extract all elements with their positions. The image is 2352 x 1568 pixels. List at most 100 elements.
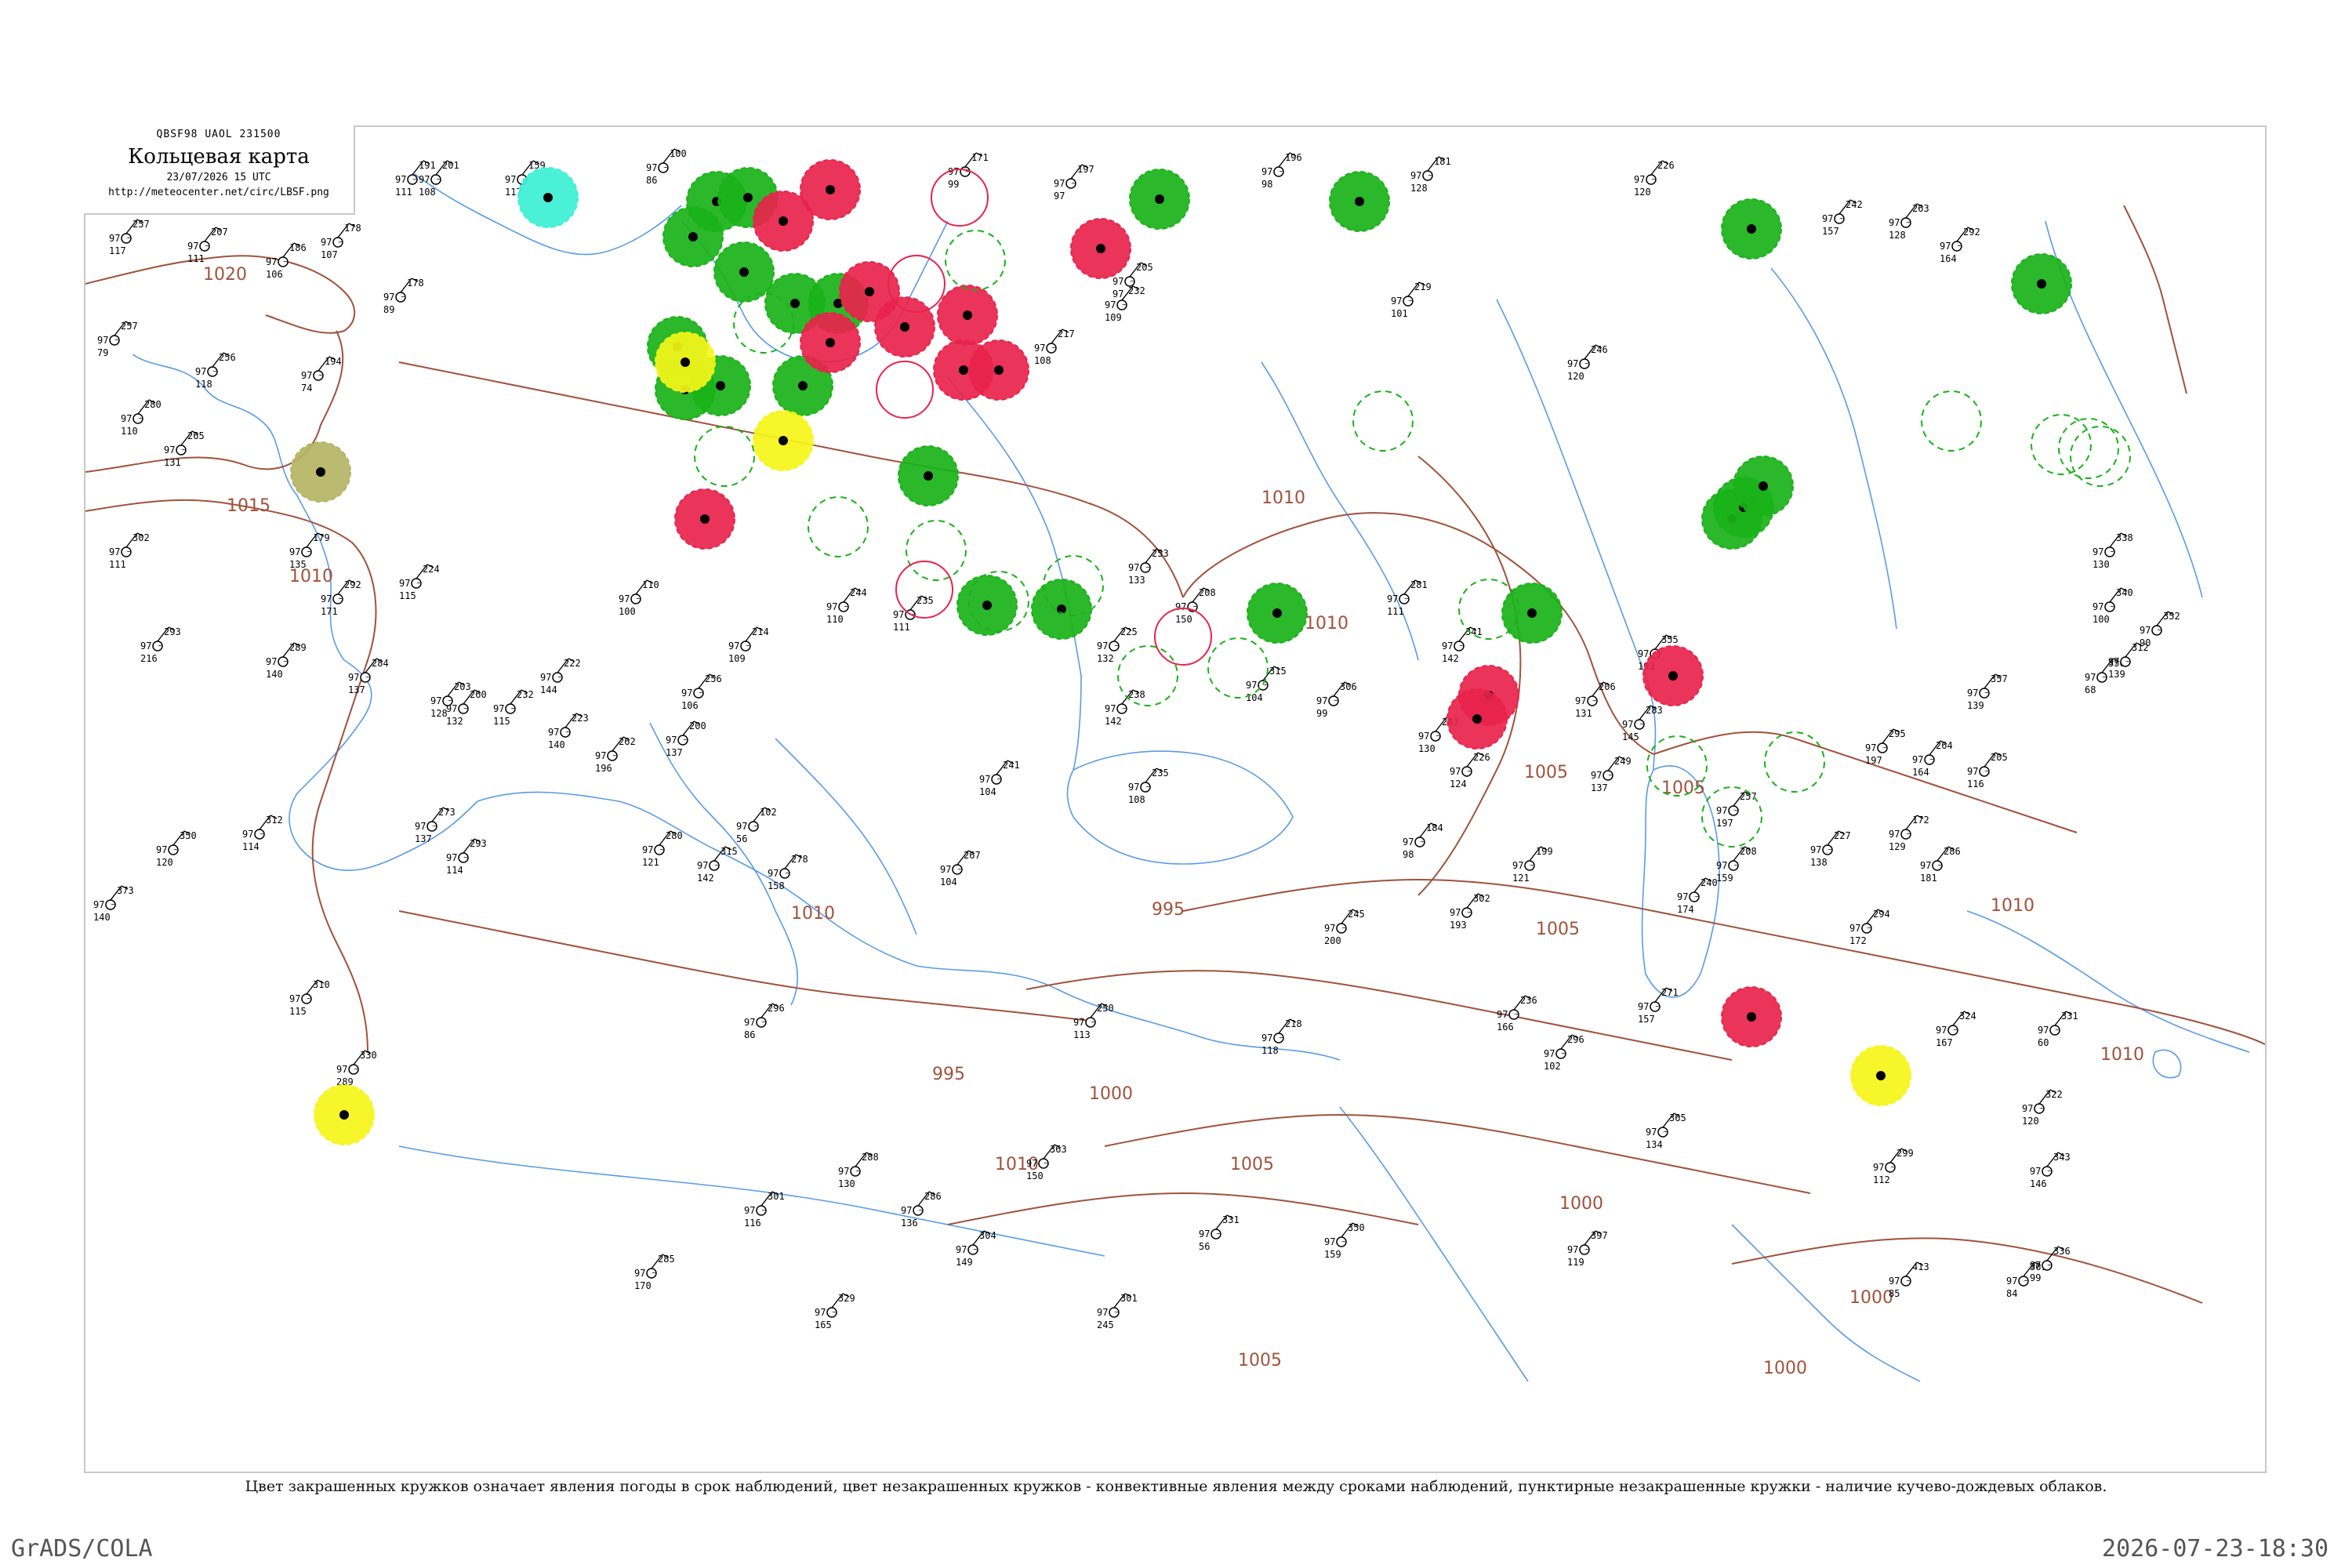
station-temperature: 97 bbox=[415, 821, 426, 832]
station-temperature: 97 bbox=[634, 1268, 645, 1279]
station-temperature: 97 bbox=[1822, 213, 1833, 224]
station-dewpoint: 79 bbox=[97, 347, 108, 358]
station-temperature: 97 bbox=[266, 656, 277, 667]
station-dot-icon bbox=[1759, 481, 1768, 491]
station-temperature: 97 bbox=[1967, 766, 1978, 777]
station-pressure: 214 bbox=[752, 626, 769, 637]
station-dewpoint: 166 bbox=[1497, 1022, 1514, 1033]
station-dewpoint: 111 bbox=[187, 253, 205, 264]
station-dot-icon bbox=[688, 232, 698, 241]
station-pressure: 200 bbox=[689, 720, 706, 731]
station-temperature: 97 bbox=[1497, 1009, 1508, 1020]
station-dot-icon bbox=[1272, 608, 1282, 618]
station-dewpoint: 165 bbox=[815, 1319, 832, 1330]
station-pressure: 171 bbox=[971, 152, 989, 163]
station-dewpoint: 115 bbox=[493, 716, 510, 727]
station-dewpoint: 128 bbox=[1889, 230, 1906, 241]
station-pressure: 263 bbox=[1912, 203, 1929, 214]
isobar-label: 1005 bbox=[1238, 1351, 1282, 1370]
station-temperature: 97 bbox=[1450, 907, 1461, 918]
station-pressure: 110 bbox=[642, 579, 659, 590]
station-dewpoint: 118 bbox=[1261, 1045, 1279, 1056]
station-pressure: 250 bbox=[1097, 1003, 1114, 1014]
station-pressure: 288 bbox=[862, 1152, 879, 1163]
station-pressure: 329 bbox=[838, 1293, 855, 1304]
station-temperature: 97 bbox=[548, 727, 559, 738]
station-dewpoint: 245 bbox=[1097, 1319, 1114, 1330]
station-pressure: 281 bbox=[1410, 579, 1428, 590]
station-dewpoint: 104 bbox=[1246, 692, 1263, 703]
weather-map: 1020101510101010101010101010100510051005… bbox=[85, 127, 2265, 1472]
station-temperature: 97 bbox=[1634, 174, 1645, 185]
station-temperature: 97 bbox=[1544, 1048, 1555, 1059]
station-dot-icon bbox=[994, 365, 1004, 375]
station-pressure: 236 bbox=[1520, 995, 1537, 1006]
station-pressure: 302 bbox=[132, 532, 150, 543]
station-temperature: 97 bbox=[301, 370, 312, 381]
station-temperature: 97 bbox=[646, 162, 657, 173]
station-pressure: 100 bbox=[670, 148, 687, 159]
station-pressure: 284 bbox=[372, 658, 389, 669]
station-dewpoint: 197 bbox=[1716, 818, 1733, 829]
station-dewpoint: 129 bbox=[1889, 841, 1906, 852]
station-dot-icon bbox=[1096, 244, 1105, 253]
station-dewpoint: 140 bbox=[266, 669, 283, 680]
station-dot-icon bbox=[681, 358, 690, 367]
station-temperature: 97 bbox=[956, 1244, 967, 1255]
station-pressure: 322 bbox=[2045, 1089, 2063, 1100]
station-dewpoint: 115 bbox=[399, 590, 416, 601]
station-pressure: 336 bbox=[2053, 1246, 2071, 1257]
station-dewpoint: 113 bbox=[1073, 1029, 1091, 1040]
isobar-label: 1010 bbox=[791, 904, 835, 924]
station-dewpoint: 99 bbox=[948, 179, 959, 190]
station-temperature: 97 bbox=[1105, 299, 1116, 310]
station-dot-icon bbox=[700, 514, 710, 524]
isobar-label: 1000 bbox=[1763, 1359, 1807, 1378]
station-temperature: 97 bbox=[1646, 1127, 1657, 1138]
station-dewpoint: 56 bbox=[1199, 1241, 1210, 1252]
isobar-label: 995 bbox=[1152, 900, 1185, 920]
station-pressure: 289 bbox=[289, 642, 307, 653]
station-temperature: 97 bbox=[1054, 178, 1065, 189]
station-dewpoint: 119 bbox=[1567, 1257, 1584, 1268]
station-temperature: 97 bbox=[1567, 358, 1578, 369]
station-pressure: 294 bbox=[1873, 909, 1890, 920]
station-temperature: 97 bbox=[1261, 1033, 1272, 1044]
station-dewpoint: 140 bbox=[93, 912, 111, 923]
station-pressure: 315 bbox=[1269, 666, 1287, 677]
station-pressure: 253 bbox=[1152, 548, 1169, 559]
station-pressure: 260 bbox=[470, 689, 487, 700]
station-pressure: 186 bbox=[289, 242, 307, 253]
isobar-label: 1010 bbox=[1261, 488, 1305, 508]
station-dewpoint: 74 bbox=[301, 383, 312, 394]
station-temperature: 97 bbox=[979, 774, 990, 785]
station-dewpoint: 110 bbox=[121, 426, 138, 437]
station-pressure: 302 bbox=[1473, 893, 1490, 904]
station-temperature: 97 bbox=[1387, 593, 1398, 604]
station-pressure: 207 bbox=[211, 227, 228, 238]
station-dot-icon bbox=[1355, 197, 1364, 206]
map-title: Кольцевая карта bbox=[128, 145, 310, 169]
station-pressure: 363 bbox=[1050, 1144, 1067, 1155]
station-dewpoint: 89 bbox=[383, 304, 394, 315]
station-pressure: 199 bbox=[1536, 846, 1553, 857]
station-temperature: 97 bbox=[1575, 695, 1586, 706]
isobar-label: 1010 bbox=[2100, 1045, 2144, 1065]
map-area: 1020 1015 1010 1010 1010 1010 1010 1005 1005 1005… bbox=[84, 125, 2267, 1473]
station-dewpoint: 121 bbox=[1512, 873, 1530, 884]
station-pressure: 191 bbox=[419, 160, 436, 171]
station-temperature: 97 bbox=[109, 233, 120, 244]
station-dewpoint: 170 bbox=[634, 1280, 652, 1291]
station-dewpoint: 136 bbox=[901, 1218, 918, 1229]
station-pressure: 197 bbox=[1077, 164, 1094, 175]
station-temperature: 97 bbox=[289, 993, 300, 1004]
station-pressure: 286 bbox=[924, 1191, 942, 1202]
station-dewpoint: 164 bbox=[1940, 253, 1957, 264]
station-temperature: 97 bbox=[1073, 1017, 1084, 1028]
station-dewpoint: 120 bbox=[2022, 1116, 2039, 1127]
station-temperature: 97 bbox=[642, 844, 653, 855]
station-dewpoint: 106 bbox=[266, 269, 283, 280]
station-pressure: 227 bbox=[1834, 830, 1851, 841]
station-temperature: 97 bbox=[1849, 923, 1860, 934]
station-pressure: 283 bbox=[1646, 705, 1663, 716]
